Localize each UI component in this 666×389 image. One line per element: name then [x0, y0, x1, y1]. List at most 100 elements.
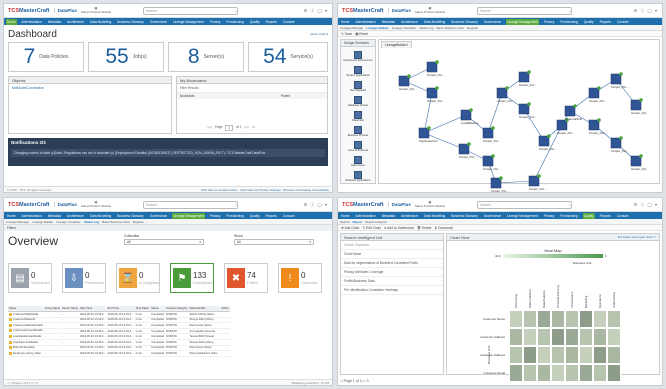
lineage-node[interactable]: Output_Pol...	[630, 98, 649, 115]
palette-item[interactable]: Data Flow	[341, 111, 375, 122]
lineage-node[interactable]: Output_Pol...	[518, 70, 537, 87]
report-toolbar-button[interactable]: ⊕ Add Chart	[341, 226, 359, 230]
nav-item-administration[interactable]: Administration	[355, 19, 377, 25]
brand-logo[interactable]: TCSMasterCraft	[342, 202, 384, 208]
nav-item-console[interactable]: Console	[282, 19, 296, 25]
subnav-item-lineage-manager[interactable]: Lineage Manager	[340, 26, 363, 30]
palette-item[interactable]: Endpoint Applications	[341, 171, 375, 182]
lineage-node[interactable]: Output_Pol...	[630, 154, 649, 171]
status-card-completed[interactable]: ⚑ 133 Completed	[170, 263, 214, 293]
status-card-processed[interactable]: ⇩ 0 Processed	[62, 263, 106, 293]
search-input[interactable]: Search ⌕	[477, 200, 573, 209]
nav-item-administration[interactable]: Administration	[21, 19, 43, 25]
heatmap-cell[interactable]	[537, 328, 551, 346]
report-list-item[interactable]: Pre Identification Correlation Heatmap	[341, 286, 443, 295]
report-list-item[interactable]: Privacy Attributes Coverage	[341, 268, 443, 277]
heatmap-cell[interactable]	[565, 310, 579, 328]
reset-button[interactable]: ▦ Reset	[355, 32, 368, 36]
heatmap-cell[interactable]	[565, 346, 579, 364]
table-row[interactable]: Employee_Dump_Data - -2019-05-10 14:33:2..…	[8, 350, 230, 357]
nav-item-reports[interactable]: Reports	[599, 213, 612, 219]
heatmap-cell[interactable]	[509, 310, 523, 328]
status-card-unknown[interactable]: ! 0 Unknown	[278, 263, 322, 293]
nav-item-console[interactable]: Console	[616, 19, 630, 25]
heatmap-cell[interactable]	[607, 310, 621, 328]
nav-item-metadata[interactable]: Metadata	[381, 213, 396, 219]
report-list-item[interactable]: Data for segmentation of Modelled Correl…	[341, 259, 443, 268]
refresh-icon[interactable]: ↻	[252, 125, 255, 131]
lineage-node[interactable]: Output_Pol...	[588, 86, 607, 103]
heatmap-cell[interactable]	[565, 328, 579, 346]
bookmark-col-header[interactable]: BookMark	[180, 94, 281, 98]
subnav-item-attack-log[interactable]: Attack Log	[84, 220, 100, 224]
heatmap-cell[interactable]	[551, 310, 565, 328]
nav-item-quality[interactable]: Quality	[583, 19, 595, 25]
hub-apps-button[interactable]: ▦ Select Product Module	[81, 6, 111, 14]
heatmap-cell[interactable]	[551, 328, 565, 346]
nav-item-business-glossary[interactable]: Business Glossary	[450, 19, 478, 25]
report-list-item[interactable]: Profile/Business Data	[341, 277, 443, 286]
magnifier-icon[interactable]: ⌕	[569, 203, 571, 207]
heatmap-cell[interactable]	[579, 310, 593, 328]
stat-jobs[interactable]: 55 Job(s)	[88, 42, 164, 72]
nav-item-data-modelling[interactable]: Data Modelling	[423, 213, 446, 219]
lineage-node[interactable]: Output_Pol...	[528, 174, 547, 191]
stat-servers[interactable]: 8 Server(s)	[168, 42, 244, 72]
palette-item[interactable]: Data Owner	[341, 156, 375, 167]
lineage-node[interactable]: Output_Pol...	[610, 72, 629, 89]
heatmap-cell[interactable]	[593, 346, 607, 364]
palette-item[interactable]: Non Migrated	[341, 81, 375, 92]
nav-item-architecture[interactable]: Architecture	[66, 19, 85, 25]
status-card-failed[interactable]: ✖ 74 Failed	[224, 263, 268, 293]
subnav-item-register[interactable]: Register	[133, 220, 144, 224]
nav-item-administration[interactable]: Administration	[21, 213, 43, 219]
heatmap-cell[interactable]	[593, 310, 607, 328]
heatmap-cell[interactable]	[579, 328, 593, 346]
heatmap-cell[interactable]	[551, 346, 565, 364]
nav-item-data-modelling[interactable]: Data Modelling	[423, 19, 446, 25]
nav-item-governance[interactable]: Governance	[149, 213, 168, 219]
nav-item-privacy[interactable]: Privacy	[209, 213, 221, 219]
objects-link[interactable]: MdModelConnection	[9, 84, 171, 92]
subnav-item-lineage-builder[interactable]: Lineage Builder	[32, 220, 53, 224]
lineage-node[interactable]: Output_Pol...	[482, 126, 501, 143]
heatmap-cell[interactable]	[523, 328, 537, 346]
notification-message[interactable]: Changing column of table (s)Data / Regul…	[11, 149, 325, 157]
nav-item-architecture[interactable]: Architecture	[400, 19, 419, 25]
brand-logo[interactable]: TCSMasterCraft	[8, 202, 50, 208]
hub-apps-button[interactable]: ▦ Select Product Module	[415, 200, 445, 208]
nav-item-home[interactable]: Home	[340, 213, 351, 219]
show-select[interactable]: All ▾	[234, 239, 314, 245]
lineage-node[interactable]: ChannelSplit	[564, 104, 582, 121]
lineage-node[interactable]: LoadBalance	[460, 108, 479, 125]
header-actions[interactable]: ⚙ ⓘ ◯ ▾	[634, 8, 658, 14]
heatmap-cell[interactable]	[551, 364, 565, 382]
subnav-item-lineage-visualizer[interactable]: Lineage Visualizer	[392, 26, 416, 30]
nav-item-data-modelling[interactable]: Data Modelling	[89, 213, 112, 219]
lineage-node[interactable]: Output_Pol...	[458, 142, 477, 159]
subnav-item-lineage-builder[interactable]: Lineage Builder	[366, 26, 389, 30]
lineage-canvas[interactable]: LineageBuilder1 Output_Pol... Output_Pol.…	[378, 39, 660, 192]
heatmap-cell[interactable]	[579, 364, 593, 382]
heatmap-cell[interactable]	[537, 346, 551, 364]
subnav-item-basic-business-view[interactable]: Basic Business View	[437, 26, 465, 30]
heatmap-cell[interactable]	[579, 346, 593, 364]
brand-logo[interactable]: TCSMasterCraft	[342, 8, 384, 14]
subnav-item-basic-business-view[interactable]: Basic Business View	[102, 220, 130, 224]
nav-item-governance[interactable]: Governance	[483, 19, 502, 25]
nav-item-lineage-management[interactable]: Lineage Management	[172, 212, 205, 219]
open-chart-link[interactable]: For better view open chart ↗	[618, 235, 656, 239]
bookmark-filter[interactable]: Filter Results	[177, 84, 327, 93]
nav-item-business-glossary[interactable]: Business Glossary	[116, 213, 144, 219]
subnav-item-register[interactable]: Register	[467, 26, 478, 30]
report-list-item[interactable]: Search Keywords	[341, 241, 443, 250]
nav-item-business-glossary[interactable]: Business Glossary	[116, 19, 144, 25]
lineage-node[interactable]: Output_Pol...	[398, 74, 417, 91]
filters-header[interactable]: Filters	[4, 225, 332, 231]
nav-item-governance[interactable]: Governance	[483, 213, 502, 219]
nav-item-metadata[interactable]: Metadata	[381, 19, 396, 25]
heatmap-cell[interactable]	[523, 364, 537, 382]
nav-item-quality[interactable]: Quality	[249, 213, 261, 219]
header-actions[interactable]: ⚙ ⓘ ◯ ▾	[634, 202, 658, 208]
canvas-tab[interactable]: LineageBuilder1	[381, 41, 413, 48]
